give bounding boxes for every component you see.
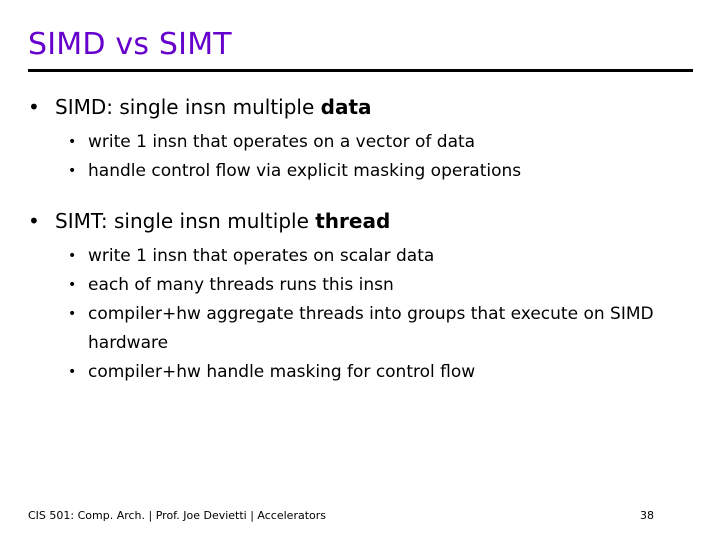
bullet-marker-icon: • xyxy=(68,364,77,380)
bullet-level1-emphasis: thread xyxy=(315,209,391,233)
bullet-level2: • compiler+hw aggregate threads into gro… xyxy=(0,300,720,358)
bullet-marker-icon: • xyxy=(68,248,77,264)
bullet-level2-text: compiler+hw handle masking for control f… xyxy=(88,362,476,382)
bullet-level1-prefix: SIMT: single insn multiple xyxy=(55,209,316,233)
bullet-level1-text: SIMT: single insn multiple thread xyxy=(55,206,720,236)
bullet-level1: • SIMD: single insn multiple data xyxy=(0,92,720,122)
slide-body: • SIMD: single insn multiple data • writ… xyxy=(0,92,720,387)
bullet-level2-text: write 1 insn that operates on scalar dat… xyxy=(88,246,435,266)
bullet-marker-icon: • xyxy=(68,163,77,179)
slide: SIMD vs SIMT • SIMD: single insn multipl… xyxy=(0,0,720,540)
bullet-level1-prefix: SIMD: single insn multiple xyxy=(55,95,321,119)
bullet-marker-icon: • xyxy=(68,306,77,322)
bullet-marker-icon: • xyxy=(68,277,77,293)
bullet-marker-icon: • xyxy=(68,134,77,150)
page-title: SIMD vs SIMT xyxy=(28,27,232,62)
footer-course-info: CIS 501: Comp. Arch. | Prof. Joe Deviett… xyxy=(28,509,327,522)
bullet-level2-text: write 1 insn that operates on a vector o… xyxy=(88,132,476,152)
bullet-level1: • SIMT: single insn multiple thread xyxy=(0,206,720,236)
bullet-level2: • write 1 insn that operates on scalar d… xyxy=(0,242,720,271)
bullet-level1-emphasis: data xyxy=(320,95,372,119)
title-divider xyxy=(28,69,693,72)
bullet-level2-text: each of many threads runs this insn xyxy=(88,275,394,295)
bullet-level1-text: SIMD: single insn multiple data xyxy=(55,92,720,122)
slide-footer: CIS 501: Comp. Arch. | Prof. Joe Deviett… xyxy=(28,508,692,523)
title-block: SIMD vs SIMT xyxy=(28,26,693,72)
bullet-level2: • compiler+hw handle masking for control… xyxy=(0,358,720,387)
bullet-marker-icon: • xyxy=(28,209,40,233)
slide-page-number: 38 xyxy=(640,509,654,522)
bullet-marker-icon: • xyxy=(28,95,40,119)
bullet-level2-text: handle control flow via explicit masking… xyxy=(88,161,522,181)
bullet-level2: • each of many threads runs this insn xyxy=(0,271,720,300)
bullet-level2-text: compiler+hw aggregate threads into group… xyxy=(88,304,654,353)
bullet-level2: • write 1 insn that operates on a vector… xyxy=(0,128,720,157)
bullet-level2: • handle control flow via explicit maski… xyxy=(0,157,720,186)
